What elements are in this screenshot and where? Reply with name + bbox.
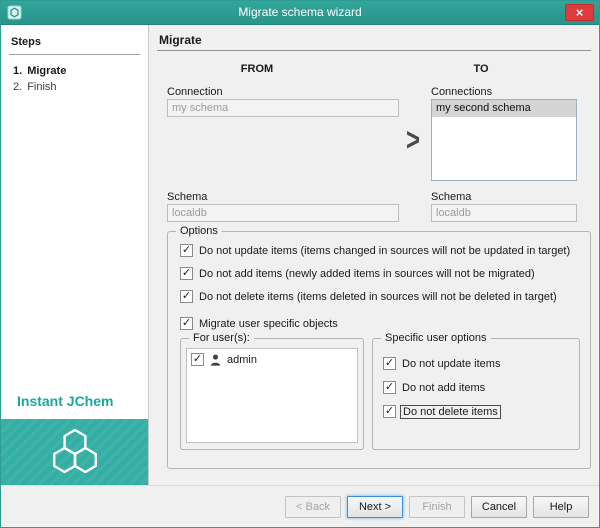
sidebar-footer-panel xyxy=(1,419,148,485)
checkbox-checked[interactable]: ✓ xyxy=(383,381,396,394)
hexagon-logo-icon xyxy=(43,429,107,476)
to-column-label: TO xyxy=(431,63,531,75)
checkbox-checked[interactable]: ✓ xyxy=(180,290,193,303)
option-do-not-add-items[interactable]: ✓ Do not add items (newly added items in… xyxy=(180,267,535,280)
connection-from-field xyxy=(167,99,399,117)
brand-text: Instant JChem xyxy=(17,393,113,409)
connection-label: Connection xyxy=(167,86,223,98)
checkbox-checked[interactable]: ✓ xyxy=(180,317,193,330)
specific-user-options-group: Specific user options ✓ Do not update it… xyxy=(372,338,580,450)
wizard-steps-panel: Steps 1. Migrate 2. Finish Instant JChem xyxy=(1,25,149,485)
schema-to-label: Schema xyxy=(431,191,471,203)
for-users-group-title: For user(s): xyxy=(189,332,254,344)
titlebar: Migrate schema wizard × xyxy=(1,1,599,25)
back-button: < Back xyxy=(285,496,341,518)
checkbox-checked[interactable]: ✓ xyxy=(180,244,193,257)
cancel-button[interactable]: Cancel xyxy=(471,496,527,518)
schema-to-field xyxy=(431,204,577,222)
list-item-selected[interactable]: my second schema xyxy=(432,100,576,117)
next-button[interactable]: Next > xyxy=(347,496,403,518)
users-list[interactable]: ✓ admin xyxy=(186,348,358,443)
help-button[interactable]: Help xyxy=(533,496,589,518)
checkbox-label-focused: Do not delete items xyxy=(400,405,501,419)
schema-from-field xyxy=(167,204,399,222)
connections-label: Connections xyxy=(431,86,492,98)
checkbox-checked[interactable]: ✓ xyxy=(191,353,204,366)
checkbox-checked[interactable]: ✓ xyxy=(180,267,193,280)
steps-heading: Steps xyxy=(11,36,41,48)
check-icon: ✓ xyxy=(182,245,191,256)
specific-user-options-title: Specific user options xyxy=(381,332,491,344)
user-icon xyxy=(210,354,221,366)
step-label: Finish xyxy=(27,81,56,93)
button-bar: < Back Next > Finish Cancel Help xyxy=(1,485,599,527)
step-item-migrate: 1. Migrate xyxy=(13,65,66,77)
checkbox-label: Do not update items (items changed in so… xyxy=(199,245,570,257)
checkbox-label: Do not delete items (items deleted in so… xyxy=(199,291,557,303)
checkbox-label: Do not update items xyxy=(402,358,500,370)
checkbox-label: Migrate user specific objects xyxy=(199,318,338,330)
migrate-direction-arrow-icon: > xyxy=(399,122,427,160)
checkbox-checked[interactable]: ✓ xyxy=(383,405,396,418)
check-icon: ✓ xyxy=(182,291,191,302)
option-migrate-user-specific-objects[interactable]: ✓ Migrate user specific objects xyxy=(180,317,338,330)
schema-from-label: Schema xyxy=(167,191,207,203)
step-item-finish: 2. Finish xyxy=(13,81,57,93)
specific-option-do-not-delete-items[interactable]: ✓ Do not delete items xyxy=(383,405,498,418)
check-icon: ✓ xyxy=(182,268,191,279)
specific-option-do-not-update-items[interactable]: ✓ Do not update items xyxy=(383,357,500,370)
options-group: Options ✓ Do not update items (items cha… xyxy=(167,231,591,469)
checkbox-checked[interactable]: ✓ xyxy=(383,357,396,370)
step-number: 2. xyxy=(13,81,22,93)
close-icon: × xyxy=(576,6,584,19)
check-icon: ✓ xyxy=(385,406,394,417)
check-icon: ✓ xyxy=(182,318,191,329)
connections-list[interactable]: my second schema xyxy=(431,99,577,181)
option-do-not-delete-items[interactable]: ✓ Do not delete items (items deleted in … xyxy=(180,290,557,303)
user-item-admin[interactable]: ✓ admin xyxy=(187,349,357,370)
page-title: Migrate xyxy=(159,33,202,47)
specific-option-do-not-add-items[interactable]: ✓ Do not add items xyxy=(383,381,485,394)
page-separator xyxy=(157,50,591,51)
check-icon: ✓ xyxy=(385,382,394,393)
options-group-title: Options xyxy=(176,225,222,237)
check-icon: ✓ xyxy=(385,358,394,369)
for-users-group: For user(s): ✓ admin xyxy=(180,338,364,450)
window-title: Migrate schema wizard xyxy=(1,1,599,25)
migrate-schema-wizard-window: Migrate schema wizard × Steps 1. Migrate… xyxy=(0,0,600,528)
step-number: 1. xyxy=(13,65,22,77)
wizard-content: Migrate FROM TO Connection Connections m… xyxy=(149,25,599,485)
checkbox-label: Do not add items xyxy=(402,382,485,394)
finish-button: Finish xyxy=(409,496,465,518)
checkbox-label: Do not add items (newly added items in s… xyxy=(199,268,535,280)
check-icon: ✓ xyxy=(193,354,202,365)
from-column-label: FROM xyxy=(167,63,347,75)
step-label: Migrate xyxy=(27,65,66,77)
steps-separator xyxy=(9,54,140,55)
close-button[interactable]: × xyxy=(565,4,594,21)
user-label: admin xyxy=(227,354,257,366)
option-do-not-update-items[interactable]: ✓ Do not update items (items changed in … xyxy=(180,244,570,257)
